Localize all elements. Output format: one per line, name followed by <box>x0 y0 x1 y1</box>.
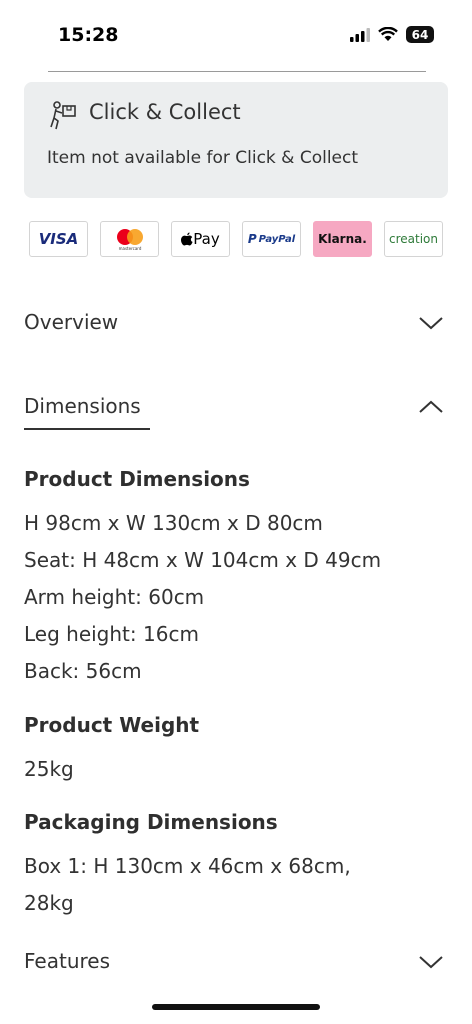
klarna-logo: Klarna. <box>313 221 372 257</box>
chevron-up-icon <box>419 400 443 413</box>
click-collect-panel: Click & Collect Item not available for C… <box>24 82 448 198</box>
signal-icon <box>350 27 370 42</box>
person-carrying-box-icon <box>50 101 76 130</box>
creation-logo: creation <box>384 221 443 257</box>
paypal-logo: P PayPal <box>242 221 301 257</box>
click-collect-description: Item not available for Click & Collect <box>47 148 359 168</box>
click-collect-title: Click & Collect <box>89 100 241 124</box>
product-dimension-line: Seat: H 48cm x W 104cm x D 49cm <box>24 548 382 572</box>
product-dimension-line: Leg height: 16cm <box>24 622 199 646</box>
product-dimension-line: Back: 56cm <box>24 659 142 683</box>
wifi-icon <box>378 27 398 41</box>
payment-methods: VISA mastercard Pay P PayPal Klarna. cre… <box>29 221 443 257</box>
active-underline <box>24 428 150 430</box>
status-icons: 64 <box>350 26 434 43</box>
battery-icon: 64 <box>406 26 434 43</box>
packaging-line: 28kg <box>24 891 74 915</box>
product-dimensions-title: Product Dimensions <box>24 467 250 491</box>
svg-text:mastercard: mastercard <box>118 246 141 251</box>
apple-pay-label: Pay <box>193 230 220 248</box>
product-dimension-line: Arm height: 60cm <box>24 585 205 609</box>
mastercard-icon: mastercard <box>116 229 143 251</box>
accordion-overview-label: Overview <box>24 310 119 334</box>
accordion-features[interactable]: Features <box>24 949 448 985</box>
product-weight-value: 25kg <box>24 757 74 781</box>
home-indicator[interactable] <box>152 1004 320 1010</box>
status-bar: 15:28 64 <box>0 0 472 70</box>
accordion-dimensions-label: Dimensions <box>24 394 141 418</box>
accordion-overview[interactable]: Overview <box>24 310 448 346</box>
accordion-dimensions[interactable]: Dimensions <box>24 394 448 430</box>
product-weight-title: Product Weight <box>24 713 200 737</box>
chevron-down-icon <box>419 317 443 330</box>
apple-icon <box>181 232 193 246</box>
product-dimension-line: H 98cm x W 130cm x D 80cm <box>24 511 323 535</box>
visa-logo: VISA <box>29 221 88 257</box>
accordion-features-label: Features <box>24 949 110 973</box>
paypal-label: PayPal <box>258 233 296 245</box>
status-time: 15:28 <box>58 24 119 46</box>
packaging-dimensions-title: Packaging Dimensions <box>24 810 278 834</box>
chevron-down-icon <box>419 956 443 969</box>
packaging-line: Box 1: H 130cm x 46cm x 68cm, <box>24 854 351 878</box>
mastercard-logo: mastercard <box>100 221 159 257</box>
divider <box>48 71 426 72</box>
apple-pay-logo: Pay <box>171 221 230 257</box>
